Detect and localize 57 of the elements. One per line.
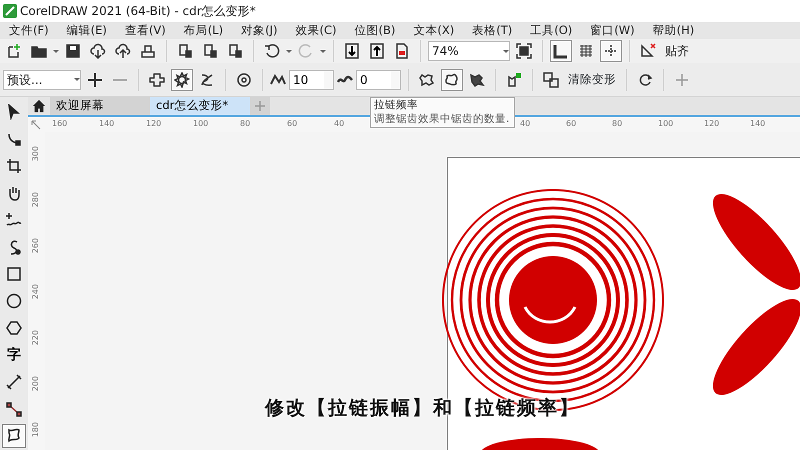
rulers-icon[interactable] <box>550 40 572 62</box>
ruler-label: 40 <box>520 118 530 130</box>
zipper-distortion-icon[interactable] <box>171 68 193 90</box>
menu-item[interactable]: 查看(V) <box>116 22 175 40</box>
ruler-label: 220 <box>30 330 41 346</box>
ruler-label: 60 <box>287 118 298 130</box>
ruler-label: 160 <box>52 118 68 130</box>
ruler-label: 260 <box>30 238 41 254</box>
snap-label[interactable]: 贴齐 <box>665 42 689 60</box>
caret-icon[interactable] <box>503 50 509 52</box>
ruler-label: 200 <box>30 376 41 392</box>
menu-item[interactable]: 表格(T) <box>463 22 522 40</box>
menu-item[interactable]: 编辑(E) <box>58 22 116 40</box>
menu-item[interactable]: 文件(F) <box>0 22 58 40</box>
ruler-label: 100 <box>193 118 208 130</box>
ruler-origin-icon <box>31 120 41 130</box>
menu-item[interactable]: 文本(X) <box>404 22 464 40</box>
ruler-label: 140 <box>99 118 114 130</box>
menu-item[interactable]: 效果(C) <box>286 22 346 40</box>
caret-icon[interactable] <box>74 78 80 81</box>
ruler-label: 280 <box>30 192 41 208</box>
ruler-label: 80 <box>240 118 250 130</box>
caret-icon[interactable] <box>286 50 292 52</box>
ruler-label: 120 <box>146 118 162 130</box>
ruler-label: 80 <box>612 118 622 130</box>
zoom-dropdown[interactable]: 74% <box>428 41 510 61</box>
frequency-field[interactable]: 0 <box>356 70 392 90</box>
menu-item[interactable]: 帮助(H) <box>644 22 704 40</box>
guidelines-icon[interactable] <box>600 40 622 62</box>
tooltip-text: 调整锯齿效果中锯齿的数量. <box>374 112 510 126</box>
tooltip-title: 拉链频率 <box>374 99 419 113</box>
menu-item[interactable]: 布局(L) <box>174 22 232 40</box>
smooth-distortion-icon[interactable] <box>441 68 463 90</box>
clear-distortion-button[interactable]: 清除变形 <box>565 70 619 88</box>
ruler-label: 140 <box>750 118 766 130</box>
preset-dropdown[interactable]: 预设... <box>3 70 81 90</box>
ruler-label: 300 <box>30 146 41 162</box>
ruler-label: 120 <box>704 118 720 130</box>
document-tab[interactable]: 欢迎屏幕 <box>50 97 150 115</box>
ruler-label: 60 <box>566 118 576 130</box>
document-tab[interactable]: cdr怎么变形* <box>150 97 250 115</box>
app-logo-icon <box>3 4 17 18</box>
caret-icon[interactable] <box>53 50 59 52</box>
distort-tool-icon[interactable] <box>2 424 26 448</box>
amplitude-field[interactable]: 10 <box>289 70 325 90</box>
menu-item[interactable]: 对象(J) <box>232 22 286 40</box>
ruler-label: 240 <box>30 284 41 300</box>
window-title: CorelDRAW 2021 (64-Bit) - cdr怎么变形* <box>20 3 256 20</box>
ruler-label: 100 <box>658 118 674 130</box>
ruler-label: 40 <box>334 118 344 130</box>
menu-item[interactable]: 位图(B) <box>345 22 404 40</box>
text-tool[interactable]: 字 <box>2 343 26 367</box>
menu-item[interactable]: 窗口(W) <box>581 22 644 40</box>
zigzag-icon <box>270 72 286 88</box>
menu-item[interactable]: 工具(O) <box>521 22 582 40</box>
ruler-label: 180 <box>30 422 41 438</box>
caret-icon[interactable] <box>320 50 326 52</box>
